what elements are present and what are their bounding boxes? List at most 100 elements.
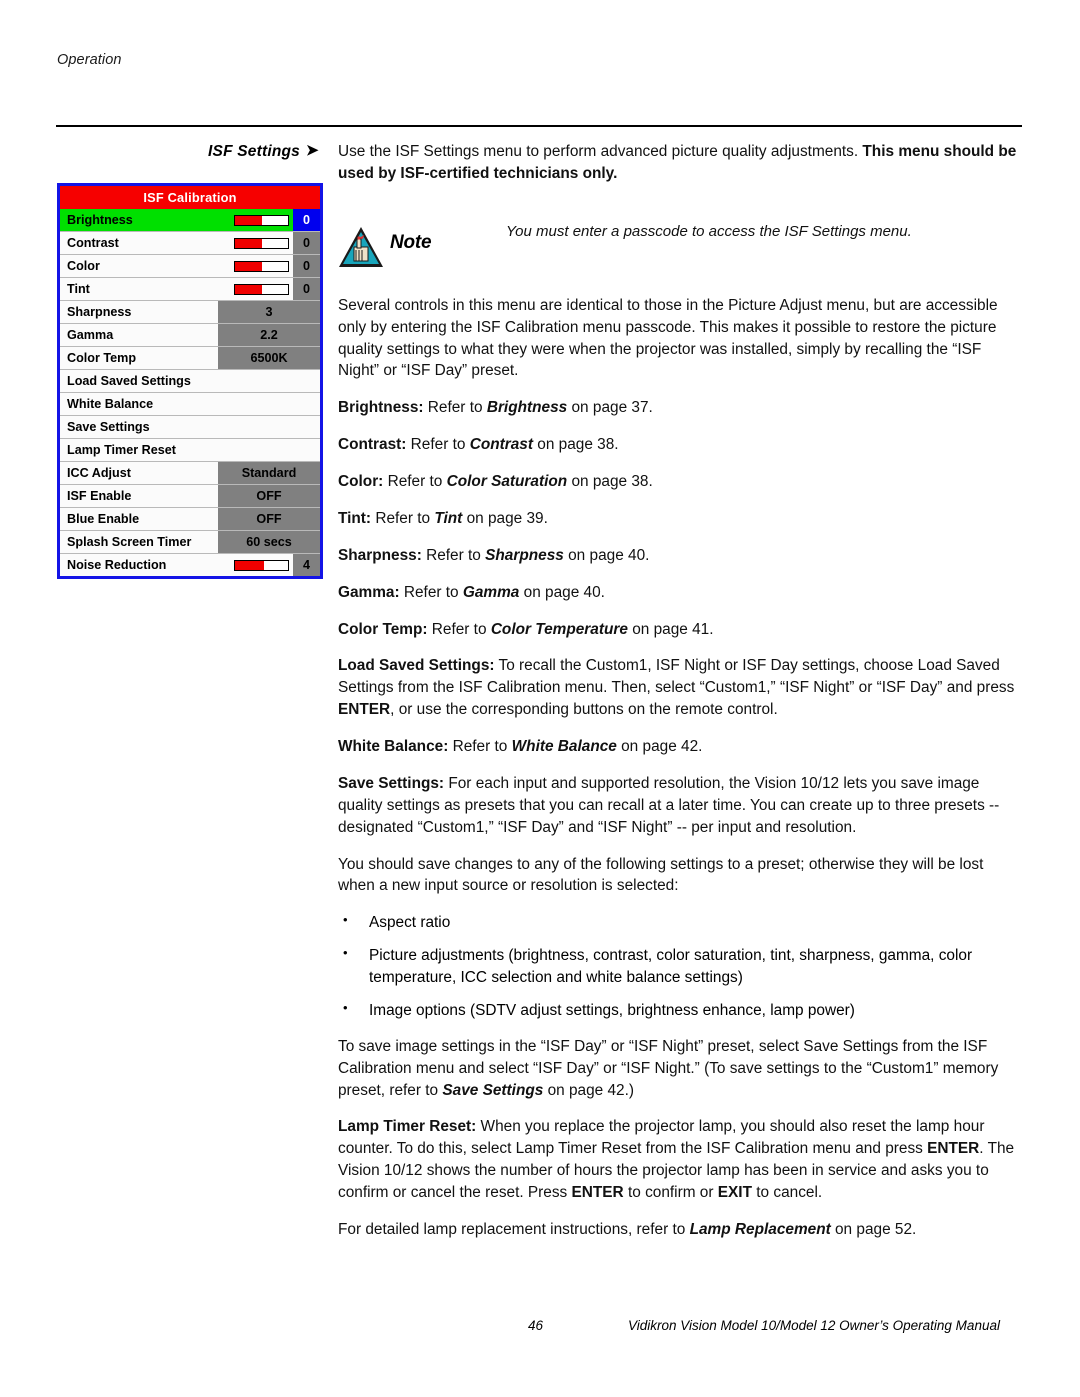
refer-term: Brightness: (338, 399, 424, 417)
refer-target: White Balance (511, 738, 617, 755)
refer-target: Tint (434, 509, 463, 527)
list-item-text: Picture adjustments (brightness, contras… (369, 947, 973, 986)
osd-row[interactable]: Blue Enable OFF (60, 508, 320, 531)
lamp-timer-text-d: to cancel. (752, 1184, 823, 1201)
osd-row[interactable]: Tint 0 (60, 278, 320, 301)
osd-row-slider-wrap: 0 (218, 278, 320, 300)
paragraph-save-settings: Save Settings: For each input and suppor… (338, 773, 1022, 839)
refer-line-white-balance: White Balance: Refer to White Balance on… (338, 736, 1022, 758)
osd-row-value: OFF (218, 485, 320, 507)
osd-row-slider-wrap: 0 (218, 232, 320, 254)
osd-row-label: Save Settings (67, 420, 150, 434)
osd-row-value: Standard (218, 462, 320, 484)
refer-tail: on page 42. (616, 738, 703, 755)
osd-row-value: 0 (293, 209, 320, 231)
refer-target: Brightness (486, 399, 568, 417)
refer-mid: Refer to (399, 583, 463, 601)
osd-row-value: 0 (293, 278, 320, 300)
osd-row[interactable]: Splash Screen Timer 60 secs (60, 531, 320, 554)
refer-tail: on page 37. (567, 399, 653, 417)
settings-bullet-list: • Aspect ratio • Picture adjustments (brig… (338, 912, 1022, 1022)
osd-row[interactable]: Color 0 (60, 255, 320, 278)
refer-mid: Refer to (421, 546, 486, 564)
intro-paragraph: Use the ISF Settings menu to perform adv… (338, 141, 1022, 185)
refer-line-gamma: Gamma: Refer to Gamma on page 40. (338, 582, 1022, 604)
osd-row[interactable]: ISF Enable OFF (60, 485, 320, 508)
osd-row-value (218, 393, 320, 415)
osd-row[interactable]: Sharpness 3 (60, 301, 320, 324)
osd-row-value (218, 416, 320, 438)
refer-line-color-temp: Color Temp: Refer to Color Temperature o… (338, 619, 1022, 641)
refer-mid: Refer to (371, 509, 435, 527)
bullet-dot-icon: • (343, 945, 348, 961)
list-item: • Picture adjustments (brightness, contra… (338, 945, 1022, 989)
list-item: • Image options (SDTV adjust settings, br… (338, 1000, 1022, 1022)
osd-row[interactable]: Load Saved Settings (60, 370, 320, 393)
osd-row[interactable]: ICC Adjust Standard (60, 462, 320, 485)
refer-tail: on page 39. (462, 509, 548, 527)
refer-mid: Refer to (406, 436, 470, 454)
osd-row-label: Blue Enable (67, 512, 140, 526)
enter-key-label: ENTER (338, 701, 391, 719)
refer-tail: on page 38. (533, 436, 619, 454)
osd-row[interactable]: Brightness 0 (60, 209, 320, 232)
refer-mid: Refer to (448, 738, 512, 755)
refer-target: Lamp Replacement (689, 1220, 831, 1238)
osd-row-label: Brightness (60, 209, 218, 231)
osd-slider[interactable] (234, 283, 289, 295)
osd-row-label: Gamma (67, 328, 114, 342)
refer-line-sharpness: Sharpness: Refer to Sharpness on page 40… (338, 545, 1022, 567)
osd-isf-calibration-menu: ISF Calibration Brightness 0 Contrast 0 … (57, 183, 323, 579)
to-save-text-b: on page 42.) (543, 1081, 635, 1099)
osd-slider[interactable] (234, 559, 289, 571)
lamp-timer-text-c: to confirm or (623, 1184, 718, 1201)
refer-term: White Balance: (338, 738, 449, 755)
refer-tail: on page 41. (627, 620, 714, 638)
exit-key-label: EXIT (717, 1184, 752, 1201)
refer-tail: on page 40. (563, 546, 650, 564)
osd-row-value: 60 secs (218, 531, 320, 553)
osd-row-label: ISF Enable (67, 489, 132, 503)
osd-row[interactable]: Save Settings (60, 416, 320, 439)
load-saved-text-b: , or use the corresponding buttons on th… (390, 701, 778, 719)
to-save-text-a: To save image settings in the “ISF Day” … (338, 1037, 999, 1099)
lamp-timer-term: Lamp Timer Reset: (338, 1118, 477, 1136)
enter-key-label: ENTER (571, 1184, 624, 1201)
refer-mid: Refer to (427, 620, 491, 638)
paragraph-load-saved-settings: Load Saved Settings: To recall the Custo… (338, 655, 1022, 721)
osd-row-label: Color (67, 259, 100, 273)
paragraph-to-save-image: To save image settings in the “ISF Day” … (338, 1036, 1022, 1102)
osd-row-value: OFF (218, 508, 320, 530)
main-text-column: Use the ISF Settings menu to perform adv… (338, 141, 1022, 1256)
osd-row[interactable]: Noise Reduction 4 (60, 554, 320, 576)
refer-tail: on page 38. (567, 473, 653, 490)
refer-term: Color: (338, 473, 384, 490)
refer-mid: Refer to (423, 399, 487, 417)
osd-row-value: 3 (218, 301, 320, 323)
osd-row-label: Load Saved Settings (67, 374, 191, 388)
list-item-text: Image options (SDTV adjust settings, bri… (369, 1001, 855, 1019)
header-rule (56, 125, 1022, 127)
osd-row[interactable]: Contrast 0 (60, 232, 320, 255)
refer-line-color: Color: Refer to Color Saturation on page… (338, 471, 1022, 493)
refer-term: Color Temp: (338, 620, 428, 638)
lamp-replace-text-b: on page 52. (830, 1220, 917, 1238)
paragraph-lamp-timer-reset: Lamp Timer Reset: When you replace the p… (338, 1116, 1022, 1204)
osd-row[interactable]: Color Temp 6500K (60, 347, 320, 370)
osd-slider[interactable] (234, 260, 289, 272)
refer-target: Gamma (462, 583, 520, 601)
osd-row-value: 0 (293, 232, 320, 254)
osd-slider[interactable] (234, 237, 289, 249)
osd-row-label: Contrast (67, 236, 119, 250)
osd-row[interactable]: Lamp Timer Reset (60, 439, 320, 462)
refer-line-tint: Tint: Refer to Tint on page 39. (338, 508, 1022, 530)
osd-row[interactable]: Gamma 2.2 (60, 324, 320, 347)
osd-row-label: Color Temp (67, 351, 137, 365)
paragraph-several-controls: Several controls in this menu are identi… (338, 296, 998, 380)
arrow-right-icon: ➤ (306, 142, 319, 159)
osd-row-value (218, 370, 320, 392)
intro-plain: Use the ISF Settings menu to perform adv… (338, 143, 863, 160)
osd-row-label: ICC Adjust (67, 466, 131, 480)
osd-slider[interactable] (234, 214, 289, 226)
osd-row[interactable]: White Balance (60, 393, 320, 416)
